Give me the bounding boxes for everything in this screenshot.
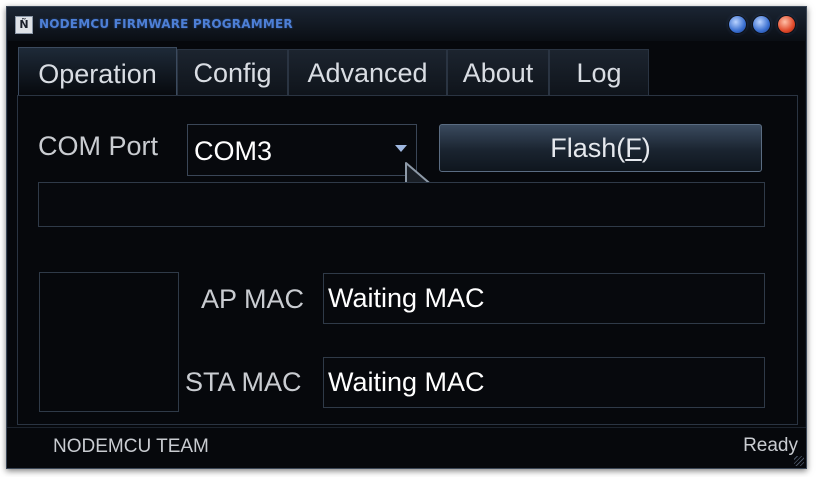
minimize-icon[interactable] bbox=[729, 16, 746, 33]
flash-button-mnemonic: F bbox=[625, 133, 642, 163]
flash-button[interactable]: Flash(F) bbox=[439, 124, 762, 172]
resize-grip-icon[interactable] bbox=[794, 456, 804, 466]
sta-mac-field[interactable]: Waiting MAC bbox=[323, 357, 765, 408]
tab-operation[interactable]: Operation bbox=[18, 47, 177, 97]
tab-advanced[interactable]: Advanced bbox=[288, 49, 447, 95]
tab-about[interactable]: About bbox=[447, 49, 549, 95]
app-icon: Ñ bbox=[15, 16, 33, 34]
close-icon[interactable] bbox=[778, 16, 795, 33]
app-window: Ñ NODEMCU FIRMWARE PROGRAMMER Operation … bbox=[6, 6, 807, 469]
ap-mac-label: AP MAC bbox=[201, 284, 305, 314]
qr-code-area bbox=[39, 272, 179, 412]
status-bar: NODEMCU TEAM Ready bbox=[7, 427, 806, 468]
flash-button-text: Flash( bbox=[550, 133, 626, 163]
com-port-label: COM Port bbox=[38, 131, 159, 161]
status-team: NODEMCU TEAM bbox=[53, 436, 209, 457]
window-title: NODEMCU FIRMWARE PROGRAMMER bbox=[39, 17, 293, 31]
tab-log[interactable]: Log bbox=[549, 49, 649, 95]
ap-mac-field[interactable]: Waiting MAC bbox=[323, 273, 765, 324]
tab-config[interactable]: Config bbox=[177, 49, 288, 95]
title-bar[interactable]: Ñ NODEMCU FIRMWARE PROGRAMMER bbox=[7, 7, 806, 41]
com-port-value: COM3 bbox=[194, 136, 273, 166]
maximize-icon[interactable] bbox=[753, 16, 770, 33]
sta-mac-label: STA MAC bbox=[185, 367, 302, 397]
flash-button-suffix: ) bbox=[641, 133, 651, 163]
progress-bar bbox=[38, 182, 765, 227]
com-port-select[interactable]: COM3 bbox=[187, 124, 417, 176]
chevron-down-icon[interactable] bbox=[395, 145, 407, 152]
status-state: Ready bbox=[743, 435, 798, 456]
